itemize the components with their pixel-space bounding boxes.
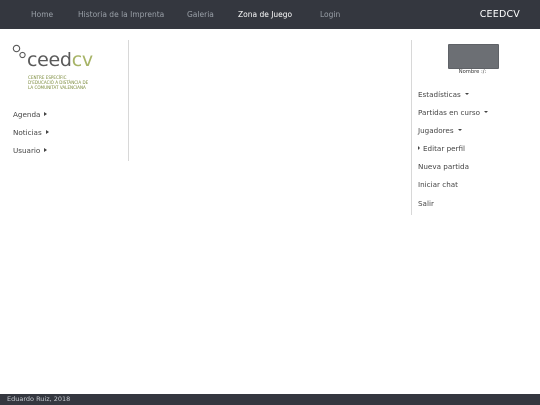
caret-right-icon <box>44 148 48 152</box>
footer: Eduardo Ruiz, 2018 <box>0 394 540 405</box>
left-menu-usuario-label: Usuario <box>13 146 41 155</box>
caret-right-icon <box>418 146 420 150</box>
logo-rings-icon <box>12 44 26 59</box>
menu-jugadores-label: Jugadores <box>418 126 454 135</box>
left-menu-usuario[interactable]: Usuario <box>13 146 48 155</box>
left-sidebar: ceedcv CENTRE ESPECÍFIC D'EDUCACIÓ A DIS… <box>0 40 129 161</box>
menu-partidas-en-curso[interactable]: Partidas en curso <box>418 108 489 117</box>
nav-link-zona-de-juego[interactable]: Zona de Juego <box>238 0 292 29</box>
ceedcv-logo[interactable]: ceedcv CENTRE ESPECÍFIC D'EDUCACIÓ A DIS… <box>12 43 112 95</box>
left-menu-noticias[interactable]: Noticias <box>13 128 49 137</box>
caret-down-icon <box>464 93 469 95</box>
top-navbar: Home Historia de la Imprenta Galeria Zon… <box>0 0 540 29</box>
logo-word-accent: cv <box>71 49 93 71</box>
caret-right-icon <box>45 130 49 134</box>
menu-salir[interactable]: Salir <box>418 199 434 208</box>
menu-editar-perfil[interactable]: Editar perfil <box>418 144 465 153</box>
menu-jugadores[interactable]: Jugadores <box>418 126 462 135</box>
nav-link-historia[interactable]: Historia de la Imprenta <box>78 0 164 29</box>
nav-link-login[interactable]: Login <box>320 0 340 29</box>
left-menu-agenda[interactable]: Agenda <box>13 110 48 119</box>
nav-link-home[interactable]: Home <box>31 0 53 29</box>
brand-title[interactable]: CEEDCV <box>480 0 520 29</box>
logo-subtitle-line-3: LA COMUNITAT VALENCIANA <box>28 85 86 90</box>
nav-link-galeria[interactable]: Galeria <box>187 0 214 29</box>
menu-editar-perfil-label: Editar perfil <box>423 144 466 153</box>
menu-partidas-label: Partidas en curso <box>418 108 481 117</box>
caret-down-icon <box>457 129 462 131</box>
menu-iniciar-chat[interactable]: Iniciar chat <box>418 180 458 189</box>
avatar[interactable] <box>448 44 499 69</box>
left-menu-agenda-label: Agenda <box>13 110 41 119</box>
left-menu-noticias-label: Noticias <box>13 128 42 137</box>
logo-word-main: ceed <box>27 49 72 71</box>
caret-down-icon <box>484 111 489 113</box>
caret-right-icon <box>44 112 48 116</box>
menu-estadisticas-label: Estadísticas <box>418 90 461 99</box>
profile-name: Nombre :/: <box>458 69 487 75</box>
menu-estadisticas[interactable]: Estadísticas <box>418 90 469 99</box>
menu-nueva-partida[interactable]: Nueva partida <box>418 162 469 171</box>
logo-wordmark: ceedcv <box>27 51 93 70</box>
footer-copyright: Eduardo Ruiz, 2018 <box>7 395 71 403</box>
